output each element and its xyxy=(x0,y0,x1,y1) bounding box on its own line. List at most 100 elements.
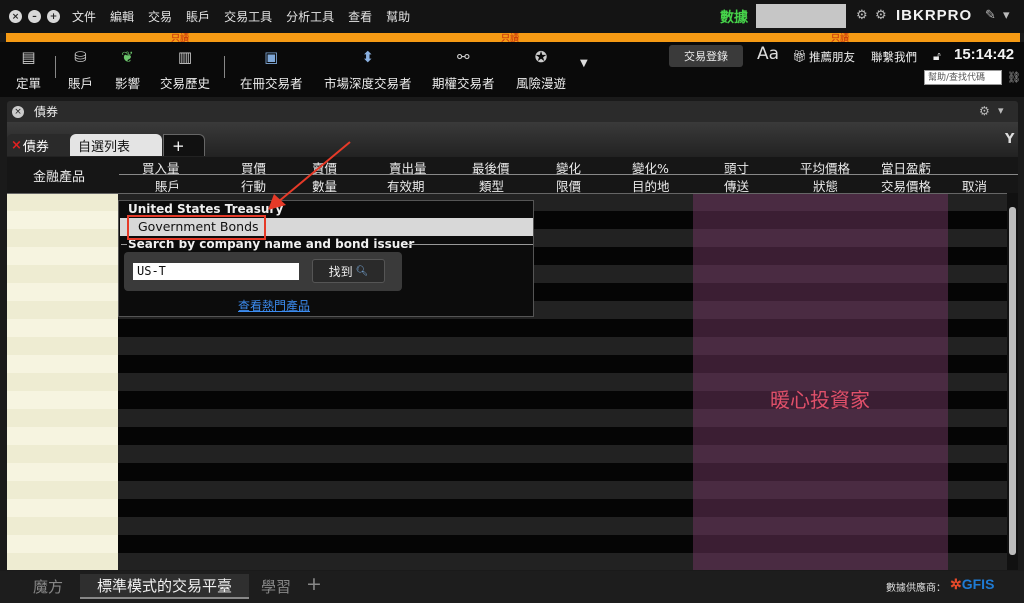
instrument-cell[interactable] xyxy=(7,535,118,553)
instrument-cell[interactable] xyxy=(7,247,118,265)
filter-icon[interactable]: Y xyxy=(1005,132,1014,147)
popup-divider-right xyxy=(407,244,533,245)
settings-gears-icon[interactable]: ⚙ xyxy=(875,9,889,23)
gfis-mark-icon: ✲ xyxy=(950,576,962,592)
lock-icon[interactable]: 🔓︎ xyxy=(933,49,941,64)
tab-add-label: + xyxy=(172,136,185,155)
bond-search-input[interactable] xyxy=(133,263,299,280)
instrument-cell[interactable] xyxy=(7,427,118,445)
menu-file[interactable]: 文件 xyxy=(72,8,96,25)
bottom-tab-mosaic[interactable]: 魔方 xyxy=(33,576,63,597)
instrument-cell[interactable] xyxy=(7,463,118,481)
col-change[interactable]: 變化 xyxy=(556,158,581,177)
instrument-column[interactable] xyxy=(7,193,118,570)
toolbar-book-trader[interactable]: ▣ 在冊交易者 xyxy=(240,46,303,92)
data-label[interactable]: 數據 xyxy=(720,7,748,27)
toolbar-risk-navigator[interactable]: ✪ 風險漫遊 xyxy=(516,46,566,92)
maximize-window-icon[interactable]: + xyxy=(47,10,60,23)
popular-products-link[interactable]: 查看熱門產品 xyxy=(238,297,310,314)
toolbar-market-depth-trader[interactable]: ⬍ 市場深度交易者 xyxy=(324,46,412,92)
instrument-cell[interactable] xyxy=(7,283,118,301)
gift-icon[interactable]: 🎁︎ xyxy=(792,49,807,63)
minimize-window-icon[interactable]: – xyxy=(28,10,41,23)
menu-edit[interactable]: 編輯 xyxy=(110,8,134,25)
instrument-cell[interactable] xyxy=(7,337,118,355)
panel-gear-icon[interactable]: ⚙ xyxy=(979,104,990,118)
instrument-cell[interactable] xyxy=(7,499,118,517)
chevron-down-icon[interactable]: ▾ xyxy=(1003,9,1017,23)
scrollbar-thumb[interactable] xyxy=(1009,207,1016,555)
find-button[interactable]: 找到 🔍︎ xyxy=(312,259,385,283)
position-cell xyxy=(693,463,948,481)
col-instrument[interactable]: 金融產品 xyxy=(33,166,85,185)
position-cell xyxy=(693,301,948,319)
link-icon[interactable]: ⛓ xyxy=(1007,71,1021,84)
menu-trading-tools[interactable]: 交易工具 xyxy=(224,8,272,25)
toolbar-impact[interactable]: ❦ 影響 xyxy=(115,46,140,92)
toolbar-more-chevron-icon[interactable]: ▼ xyxy=(580,58,588,69)
menu-view[interactable]: 查看 xyxy=(348,8,372,25)
toolbar-trade-history-label: 交易歷史 xyxy=(160,76,211,91)
close-window-icon[interactable]: × xyxy=(9,10,22,23)
instrument-cell[interactable] xyxy=(7,211,118,229)
column-headers: 金融產品 買入量 買價 賣價 賣出量 最後價 變化 變化% 頭寸 平均價格 當日… xyxy=(7,157,1018,194)
instrument-cell[interactable] xyxy=(7,481,118,499)
instrument-cell[interactable] xyxy=(7,517,118,535)
gear-icon[interactable]: ⚙ xyxy=(856,9,870,23)
tab-close-icon[interactable]: × xyxy=(11,138,22,153)
contact-us-link[interactable]: 聯繫我們 xyxy=(871,49,917,65)
bottom-tab-classic[interactable]: 標準模式的交易平臺 xyxy=(80,574,249,599)
col-daily-pnl[interactable]: 當日盈虧 xyxy=(881,158,931,177)
instrument-cell[interactable] xyxy=(7,391,118,409)
panel-chevron-down-icon[interactable]: ▾ xyxy=(998,104,1004,117)
ibkr-pro-logo: IBKRPRO xyxy=(896,7,972,24)
menu-trade[interactable]: 交易 xyxy=(148,8,172,25)
toolbar-orders[interactable]: ▤ 定單 xyxy=(16,46,41,92)
toolbar-trade-history[interactable]: ▥ 交易歷史 xyxy=(160,46,210,92)
vertical-scrollbar[interactable] xyxy=(1007,193,1018,570)
col-last[interactable]: 最後價 xyxy=(472,158,510,177)
bottom-tab-learn[interactable]: 學習 xyxy=(261,576,291,597)
instrument-cell[interactable] xyxy=(7,409,118,427)
pin-icon[interactable]: ✎ xyxy=(985,9,999,23)
instrument-cell[interactable] xyxy=(7,319,118,337)
tab-watchlist[interactable]: 自選列表 xyxy=(70,134,162,156)
instrument-cell[interactable] xyxy=(7,229,118,247)
bond-search-box: 找到 🔍︎ xyxy=(124,252,402,291)
instrument-cell[interactable] xyxy=(7,265,118,283)
col-ask-size[interactable]: 賣出量 xyxy=(389,158,427,177)
menu-help[interactable]: 幫助 xyxy=(386,8,410,25)
instrument-cell[interactable] xyxy=(7,553,118,570)
position-cell xyxy=(693,193,948,211)
col-avg-price[interactable]: 平均價格 xyxy=(800,158,850,177)
recommend-friend-link[interactable]: 推薦朋友 xyxy=(809,49,855,65)
menu-bar: 文件 編輯 交易 賬戶 交易工具 分析工具 查看 幫助 xyxy=(72,8,424,25)
toolbar-options-trader[interactable]: ⚯ 期權交易者 xyxy=(432,46,495,92)
tab-add[interactable]: + xyxy=(163,134,205,156)
instrument-cell[interactable] xyxy=(7,355,118,373)
tab-bonds[interactable]: × 債券 xyxy=(7,134,73,156)
font-size-button[interactable]: Aa xyxy=(757,44,779,64)
menu-account[interactable]: 賬戶 xyxy=(186,8,210,25)
instrument-cell[interactable] xyxy=(7,301,118,319)
trading-login-button[interactable]: 交易登錄 xyxy=(669,45,743,67)
col-change-pct[interactable]: 變化% xyxy=(632,158,669,177)
search-icon: 🔍︎ xyxy=(355,265,369,277)
instrument-cell[interactable] xyxy=(7,193,118,211)
grid-top-line xyxy=(7,193,1007,194)
toolbar: ▤ 定單 ⛁ 賬戶 ❦ 影響 ▥ 交易歷史 ▣ 在冊交易者 ⬍ 市場深度交易者 … xyxy=(0,42,1024,97)
toolbar-account[interactable]: ⛁ 賬戶 xyxy=(68,46,93,92)
highlight-box xyxy=(127,215,266,240)
menu-analysis-tools[interactable]: 分析工具 xyxy=(286,8,334,25)
clock: 15:14:42 xyxy=(954,46,1015,63)
chain-icon: ⚯ xyxy=(456,48,470,66)
col-bid-size[interactable]: 買入量 xyxy=(142,158,180,177)
panel-close-icon[interactable]: × xyxy=(12,105,24,118)
bottom-tab-add[interactable]: + xyxy=(306,573,322,595)
toolbar-orders-label: 定單 xyxy=(16,76,42,91)
popup-divider-left xyxy=(121,244,127,245)
col-position[interactable]: 頭寸 xyxy=(724,158,749,177)
help-search-input[interactable]: 幫助/查找代碼 xyxy=(924,70,1002,85)
instrument-cell[interactable] xyxy=(7,373,118,391)
instrument-cell[interactable] xyxy=(7,445,118,463)
